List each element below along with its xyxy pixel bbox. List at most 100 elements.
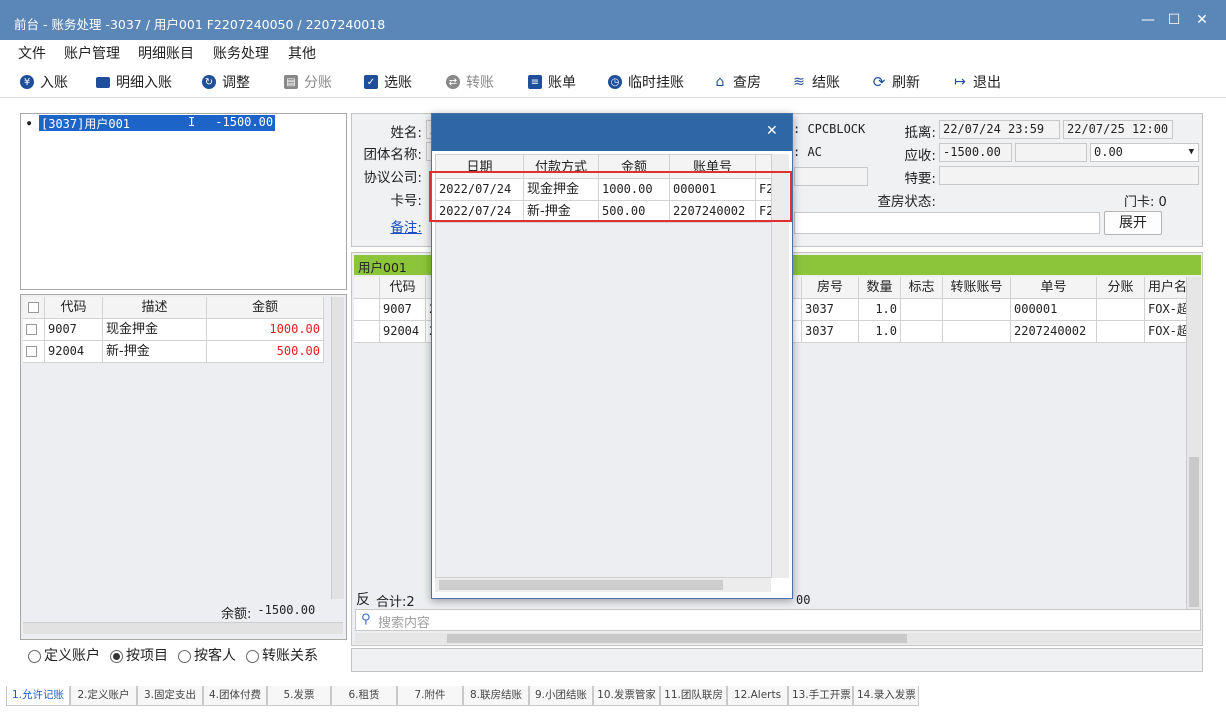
tab-group-payment[interactable]: 4.团体付费 bbox=[203, 686, 267, 706]
tab-fixed-expense[interactable]: 3.固定支出 bbox=[137, 686, 203, 706]
items-scrollbar[interactable] bbox=[331, 297, 344, 599]
table-row-room[interactable]: 3037 bbox=[802, 321, 859, 343]
tab-define-account[interactable]: 2.定义账户 bbox=[70, 686, 137, 706]
exit-button[interactable]: ↦ 退出 bbox=[953, 72, 1001, 92]
tab-attachment[interactable]: 7.附件 bbox=[397, 686, 463, 706]
tab-enter-invoice[interactable]: 14.录入发票 bbox=[853, 686, 919, 706]
dialog-hscrollbar[interactable] bbox=[435, 578, 771, 592]
items-hscrollbar[interactable] bbox=[23, 622, 343, 634]
table-row-amount[interactable]: 500.00 bbox=[207, 341, 324, 363]
menu-other[interactable]: 其他 bbox=[288, 43, 316, 63]
row-checkbox[interactable] bbox=[23, 341, 45, 363]
room-status-label: 查房状态: bbox=[877, 194, 936, 210]
select-icon: ✓ bbox=[364, 75, 378, 89]
table-row-desc[interactable]: 现金押金 bbox=[103, 319, 207, 341]
menu-file[interactable]: 文件 bbox=[18, 43, 46, 63]
dialog-hscroll-thumb[interactable] bbox=[439, 580, 723, 590]
table-row-user[interactable]: FOX-超 bbox=[1145, 299, 1188, 321]
tab-lease[interactable]: 6.租赁 bbox=[331, 686, 397, 706]
tab-team-linked-room[interactable]: 11.团队联房 bbox=[660, 686, 727, 706]
table-row-bill[interactable]: 2207240002 bbox=[1011, 321, 1097, 343]
table-row-transfer[interactable] bbox=[943, 321, 1011, 343]
adjust-label: 调整 bbox=[222, 75, 250, 91]
select-all-checkbox[interactable] bbox=[23, 297, 45, 319]
monitor-icon bbox=[96, 76, 110, 88]
table-row-split[interactable] bbox=[1097, 321, 1145, 343]
detail-scroll-thumb[interactable] bbox=[1189, 457, 1199, 607]
check-room-button[interactable]: ⌂ 查房 bbox=[713, 72, 761, 92]
row-checkbox[interactable] bbox=[23, 319, 45, 341]
transfer-button[interactable]: ⇄ 转账 bbox=[446, 72, 494, 92]
depart-field[interactable]: 22/07/25 12:00 bbox=[1063, 120, 1173, 139]
tab-manual-invoice[interactable]: 13.手工开票 bbox=[788, 686, 853, 706]
remark-field[interactable] bbox=[794, 212, 1100, 234]
tree-item-selected[interactable]: [3037]用户001 I -1500.00 bbox=[39, 115, 276, 131]
temp-charge-label: 临时挂账 bbox=[628, 75, 684, 91]
table-row-qty[interactable]: 1.0 bbox=[859, 321, 901, 343]
tab-invoice-manager[interactable]: 10.发票管家 bbox=[593, 686, 660, 706]
detail-post-button[interactable]: 明细入账 bbox=[96, 72, 172, 92]
table-row-qty[interactable]: 1.0 bbox=[859, 299, 901, 321]
temp-charge-button[interactable]: ◷ 临时挂账 bbox=[608, 72, 684, 92]
table-row-desc[interactable]: 新-押金 bbox=[103, 341, 207, 363]
menu-account-management[interactable]: 账户管理 bbox=[64, 43, 120, 63]
minimize-button[interactable]: — bbox=[1140, 12, 1156, 28]
special-field[interactable] bbox=[939, 166, 1199, 185]
adjust-button[interactable]: ↻ 调整 bbox=[202, 72, 250, 92]
table-row-flag[interactable] bbox=[901, 299, 943, 321]
tab-allow-posting[interactable]: 1.允许记账 bbox=[6, 686, 70, 706]
table-row-flag[interactable] bbox=[901, 321, 943, 343]
expand-button[interactable]: 展开 bbox=[1104, 211, 1162, 235]
row-indicator[interactable] bbox=[354, 299, 380, 321]
refresh-button[interactable]: ⟳ 刷新 bbox=[872, 72, 920, 92]
split-label: 分账 bbox=[304, 75, 332, 91]
table-row-code[interactable]: 9007 bbox=[380, 299, 426, 321]
menu-detail-items[interactable]: 明细账目 bbox=[138, 43, 194, 63]
row-indicator[interactable] bbox=[354, 321, 380, 343]
table-row-code[interactable]: 92004 bbox=[45, 341, 103, 363]
select-button[interactable]: ✓ 选账 bbox=[364, 72, 412, 92]
receivable-field[interactable]: -1500.00 bbox=[939, 143, 1012, 162]
split-button[interactable]: ▤ 分账 bbox=[284, 72, 332, 92]
table-row-room[interactable]: 3037 bbox=[802, 299, 859, 321]
detail-hscroll-thumb[interactable] bbox=[447, 634, 907, 643]
close-window-button[interactable]: ✕ bbox=[1194, 12, 1210, 28]
col-amount: 金额 bbox=[207, 297, 324, 319]
radio-by-item[interactable]: 按项目 bbox=[110, 645, 168, 665]
radio-by-guest[interactable]: 按客人 bbox=[178, 645, 236, 665]
tab-invoice[interactable]: 5.发票 bbox=[267, 686, 331, 706]
menu-accounting[interactable]: 账务处理 bbox=[213, 43, 269, 63]
view-mode-group: 定义账户 按项目 按客人 转账关系 bbox=[28, 645, 318, 665]
radio-transfer-relation[interactable]: 转账关系 bbox=[246, 645, 318, 665]
tab-small-group-checkout[interactable]: 9.小团结账 bbox=[529, 686, 593, 706]
tab-alerts[interactable]: 12.Alerts bbox=[727, 686, 788, 706]
table-row-user[interactable]: FOX-超 bbox=[1145, 321, 1188, 343]
currency-icon: ¥ bbox=[20, 75, 34, 89]
detail-hscrollbar[interactable] bbox=[355, 633, 1201, 644]
receivable-aux-field[interactable] bbox=[1015, 143, 1087, 162]
table-row-transfer[interactable] bbox=[943, 299, 1011, 321]
arrive-field[interactable]: 22/07/24 23:59 bbox=[939, 120, 1060, 139]
receivable-select[interactable]: 0.00 ▼ bbox=[1090, 143, 1199, 162]
clock-icon: ◷ bbox=[608, 75, 622, 89]
company-code-field[interactable] bbox=[794, 167, 868, 186]
tab-linked-checkout[interactable]: 8.联房结账 bbox=[463, 686, 529, 706]
receivable-label: 应收: bbox=[904, 148, 936, 164]
bill-button[interactable]: ≡ 账单 bbox=[528, 72, 576, 92]
remark-link[interactable]: 备注: bbox=[358, 216, 422, 236]
maximize-button[interactable]: ☐ bbox=[1166, 12, 1182, 28]
radio-define-account[interactable]: 定义账户 bbox=[28, 645, 100, 665]
table-row-split[interactable] bbox=[1097, 299, 1145, 321]
checkout-button[interactable]: ≋ 结账 bbox=[792, 72, 840, 92]
table-row-code[interactable]: 92004 bbox=[380, 321, 426, 343]
transfer-label: 转账 bbox=[466, 75, 494, 91]
exit-label: 退出 bbox=[973, 75, 1001, 91]
receivable-select-value: 0.00 bbox=[1094, 145, 1123, 159]
detail-scrollbar[interactable] bbox=[1186, 277, 1201, 615]
search-input[interactable]: ⚲ 搜索内容 bbox=[355, 609, 1201, 631]
table-row-bill[interactable]: 000001 bbox=[1011, 299, 1097, 321]
table-row-amount[interactable]: 1000.00 bbox=[207, 319, 324, 341]
table-row-code[interactable]: 9007 bbox=[45, 319, 103, 341]
dialog-close-button[interactable]: ✕ bbox=[766, 123, 778, 139]
post-button[interactable]: ¥ 入账 bbox=[20, 72, 68, 92]
